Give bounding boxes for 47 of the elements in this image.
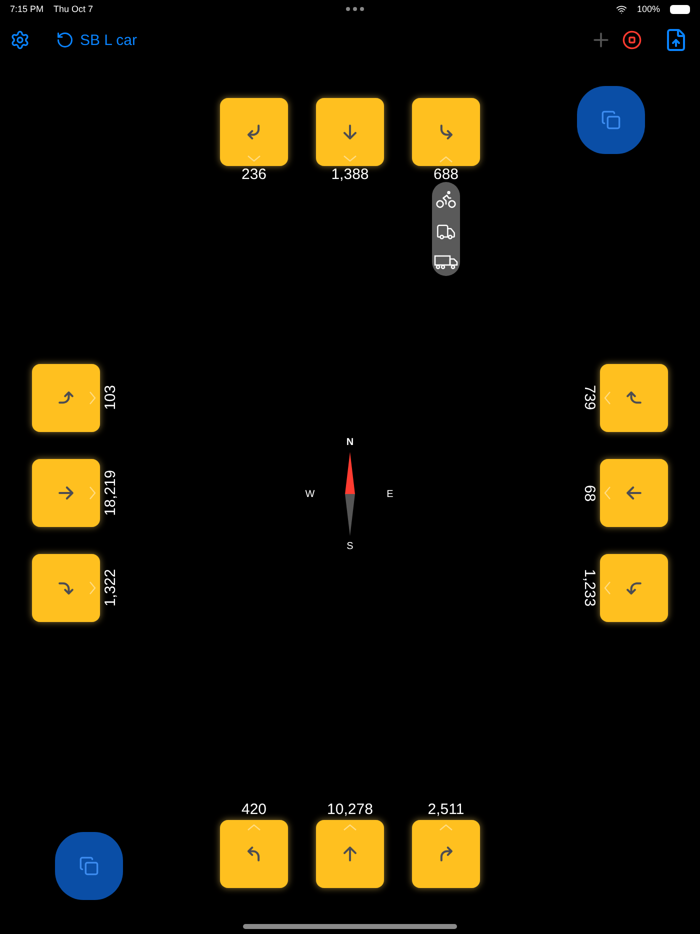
wifi-icon [616, 4, 627, 14]
movement-button[interactable] [412, 820, 480, 888]
status-time: 7:15 PM [10, 4, 44, 14]
compass-north-label: N [346, 436, 354, 448]
stop-recording-button[interactable] [622, 30, 642, 50]
compass-east-label: E [386, 488, 394, 500]
count-label: 739 [580, 385, 598, 411]
movement-button[interactable] [600, 364, 668, 432]
count-label: 1,233 [580, 569, 598, 607]
movement-button[interactable] [600, 554, 668, 622]
movement-button[interactable] [220, 820, 288, 888]
movement-button[interactable] [412, 98, 480, 166]
compass-south-label: S [346, 540, 354, 552]
movement-button[interactable] [32, 554, 100, 622]
battery-percent: 100% [636, 4, 660, 14]
session-title-button[interactable]: SB L car [52, 31, 141, 49]
compass-west-label: W [305, 488, 315, 500]
undo-icon [56, 31, 74, 49]
count-label: 1,388 [331, 166, 369, 184]
copy-button[interactable] [577, 86, 645, 154]
count-label: 688 [433, 166, 459, 184]
count-label: 420 [241, 801, 267, 819]
settings-button[interactable] [10, 30, 30, 50]
compass-needle-icon [344, 452, 356, 536]
battery-icon [670, 4, 690, 14]
export-file-button[interactable] [664, 28, 688, 52]
bicycle-icon[interactable] [435, 188, 457, 210]
movement-button[interactable] [316, 98, 384, 166]
copy-button[interactable] [55, 832, 123, 900]
status-date: Thu Oct 7 [54, 4, 94, 14]
count-label: 103 [102, 385, 120, 411]
truck-icon[interactable] [436, 222, 456, 242]
semi-truck-icon[interactable] [434, 254, 458, 270]
copy-icon [601, 110, 621, 130]
multitasking-dots-icon[interactable] [346, 7, 364, 11]
count-label: 1,322 [102, 569, 120, 607]
count-label: 2,511 [428, 801, 464, 819]
movement-button[interactable] [32, 459, 100, 527]
movement-button[interactable] [316, 820, 384, 888]
movement-button[interactable] [220, 98, 288, 166]
movement-button[interactable] [600, 459, 668, 527]
copy-icon [79, 856, 99, 876]
count-label: 10,278 [327, 801, 373, 819]
count-label: 236 [241, 166, 267, 184]
count-label: 68 [580, 484, 598, 502]
movement-button[interactable] [32, 364, 100, 432]
count-label: 18,219 [102, 470, 120, 516]
